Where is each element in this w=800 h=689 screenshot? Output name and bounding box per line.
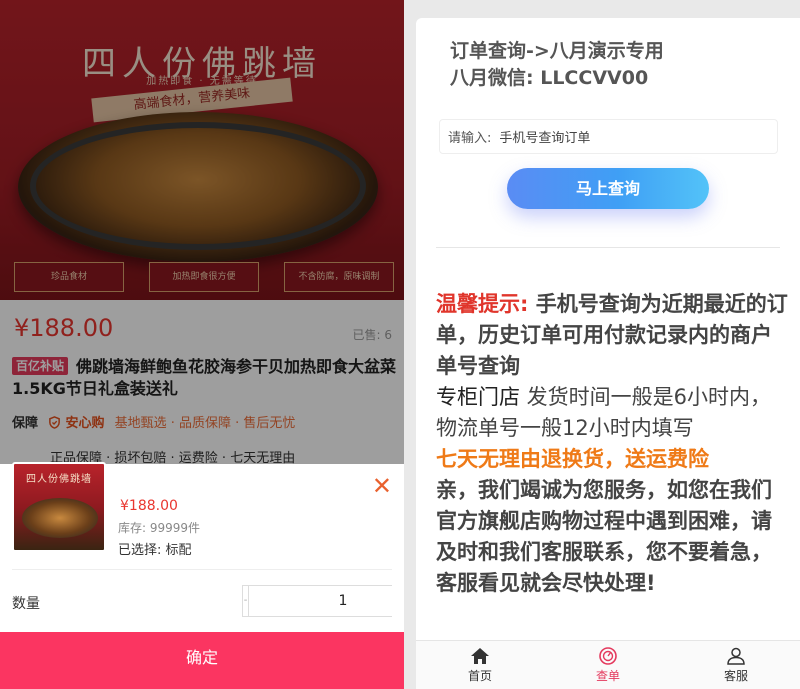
query-header: 订单查询->八月演示专用 八月微信: LLCCVV00 [450, 38, 664, 92]
tab-label: 查单 [595, 669, 620, 683]
notice-text: 温馨提示: 手机号查询为近期最近的订单，历史订单可用付款记录内的商户单号查询 专… [436, 289, 788, 599]
quantity-label: 数量 [12, 596, 40, 612]
sku-thumbnail: 四人份佛跳墙 [12, 462, 106, 552]
quantity-stepper[interactable]: - 1 [242, 585, 392, 617]
store-label: 专柜门店 [436, 385, 520, 409]
order-query-panel: 订单查询->八月演示专用 八月微信: LLCCVV00 请输入: 手机号查询订单… [416, 18, 800, 689]
tab-home[interactable]: 首页 [416, 641, 544, 689]
close-icon[interactable]: ✕ [372, 472, 392, 500]
quantity-input[interactable]: 1 [243, 586, 404, 616]
tab-service[interactable]: 客服 [672, 641, 800, 689]
query-icon [599, 647, 617, 665]
divider [436, 247, 780, 248]
sku-price: ¥188.00 [120, 498, 178, 514]
search-input-label: 请输入: [448, 131, 492, 146]
home-icon [471, 648, 489, 664]
query-title: 订单查询->八月演示专用 [450, 40, 664, 62]
search-input-placeholder[interactable]: 手机号查询订单 [499, 127, 590, 146]
product-panel: 四人份佛跳墙 加热即食 · 无需等待 高端食材，营养美味 珍品食材 加热即食很方… [0, 0, 404, 689]
sku-selected: 已选择: 标配 [118, 543, 192, 558]
sku-stock: 库存: 99999件 [118, 521, 201, 535]
phone-search-field[interactable]: 请输入: 手机号查询订单 [439, 119, 778, 154]
tab-query[interactable]: 查单 [544, 641, 672, 689]
divider [12, 569, 392, 570]
user-icon [727, 647, 745, 665]
sku-sheet: 四人份佛跳墙 ¥188.00 库存: 99999件 已选择: 标配 ✕ 数量 -… [0, 462, 404, 689]
tab-label: 首页 [467, 669, 492, 683]
tip-label: 温馨提示: [436, 292, 529, 316]
sku-thumb-title: 四人份佛跳墙 [26, 474, 92, 485]
service-text: 亲，我们竭诚为您服务，如您在我们官方旗舰店购物过程中遇到困难，请及时和我们客服联… [436, 478, 772, 595]
wechat-contact: 八月微信: LLCCVV00 [450, 67, 649, 89]
return-policy: 七天无理由退换货，送运费险 [436, 447, 709, 471]
confirm-button[interactable]: 确定 [0, 632, 404, 689]
sku-thumb-dish [22, 498, 98, 538]
tab-label: 客服 [723, 669, 748, 683]
bottom-tabbar: 首页 查单 客服 [416, 640, 800, 689]
query-button[interactable]: 马上查询 [507, 168, 709, 209]
